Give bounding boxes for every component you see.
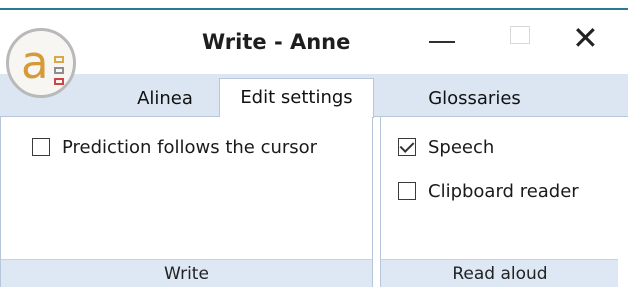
logo-letter-a-icon: a	[21, 36, 49, 89]
clipboard-reader-option[interactable]: Clipboard reader	[398, 178, 579, 204]
ribbon-right-edge	[618, 117, 628, 287]
group-label-write: Write	[1, 259, 372, 287]
minimize-button[interactable]	[418, 20, 468, 60]
logo-square-middle-icon	[54, 67, 64, 74]
clipboard-reader-checkbox[interactable]	[398, 182, 416, 200]
group-label-read-aloud: Read aloud	[381, 259, 619, 287]
prediction-follows-cursor-option[interactable]: Prediction follows the cursor	[32, 134, 317, 160]
maximize-button[interactable]	[496, 20, 546, 60]
tab-glossaries[interactable]: Glossaries	[408, 82, 541, 116]
tab-edit-settings[interactable]: Edit settings	[219, 78, 374, 118]
speech-option[interactable]: Speech	[398, 134, 494, 160]
speech-label: Speech	[428, 136, 495, 158]
app-logo-icon[interactable]: a	[6, 28, 76, 98]
prediction-follows-cursor-label: Prediction follows the cursor	[62, 136, 318, 158]
minimize-icon	[429, 41, 455, 43]
logo-square-top-icon	[54, 56, 64, 63]
logo-square-bottom-icon	[54, 78, 64, 85]
close-icon: ✕	[572, 19, 599, 57]
window-title: Write - Anne	[202, 30, 351, 54]
prediction-follows-cursor-checkbox[interactable]	[32, 138, 50, 156]
close-button[interactable]: ✕	[565, 19, 615, 60]
tab-alinea[interactable]: Alinea	[113, 82, 217, 116]
app-window: a Write - Anne ✕ Alinea Edit settings Gl…	[0, 0, 628, 287]
speech-checkbox[interactable]	[398, 138, 416, 156]
clipboard-reader-label: Clipboard reader	[428, 180, 579, 202]
maximize-icon	[510, 26, 530, 44]
